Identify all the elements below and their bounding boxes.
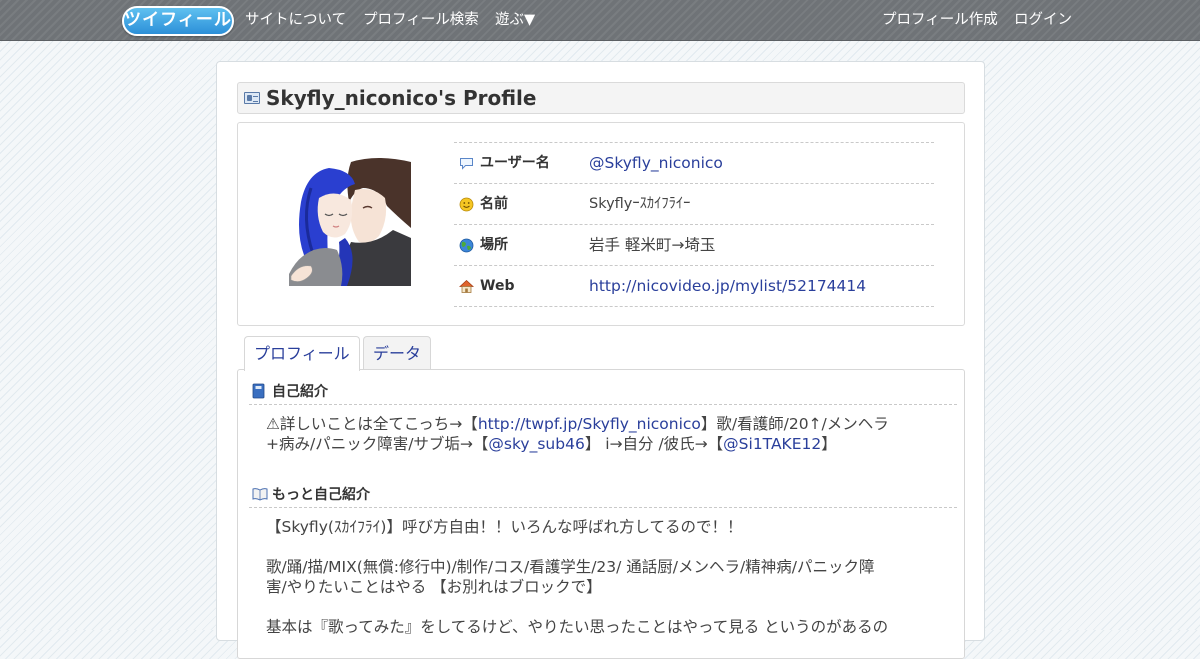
site-logo[interactable]: ツイフィール — [122, 6, 234, 36]
profile-info-box: ユーザー名 @Skyfly_niconico 名前 Skyflyｰｽｶｲﾌﾗｲｰ… — [237, 122, 965, 326]
nav-about-link[interactable]: サイトについて — [245, 0, 346, 40]
nav-play-menu[interactable]: 遊ぶ▼ — [495, 0, 535, 40]
smiley-icon — [459, 197, 474, 212]
globe-icon — [459, 238, 474, 253]
profile-container: Skyfly_niconico's Profile ユーザー名 @Skyfly_… — [216, 61, 985, 659]
top-navbar: ツイフィール サイトについて プロフィール検索 遊ぶ▼ プロフィール作成 ログイ… — [0, 0, 1200, 41]
more-intro-paragraph: 基本は『歌ってみた』をしてるけど、やりたい思ったことはやって見る というのがある… — [266, 618, 889, 636]
section-header-more: もっと自己紹介 — [249, 481, 957, 508]
info-row-username: ユーザー名 @Skyfly_niconico — [454, 143, 934, 184]
section-title-intro: 自己紹介 — [272, 384, 328, 400]
nav-profile-search-link[interactable]: プロフィール検索 — [363, 0, 479, 40]
nav-login-link[interactable]: ログイン — [1014, 0, 1072, 40]
info-label-location: 場所 — [480, 237, 508, 253]
tab-profile[interactable]: プロフィール — [244, 336, 360, 371]
tab-data[interactable]: データ — [363, 336, 432, 370]
info-label-name: 名前 — [480, 196, 508, 212]
tab-content-profile: 自己紹介 ⚠詳しいことは全てこっち→【http://twpf.jp/Skyfly… — [237, 369, 965, 659]
notebook-icon — [252, 383, 265, 399]
twpf-link[interactable]: http://twpf.jp/Skyfly_niconico — [478, 415, 701, 433]
section-header-intro: 自己紹介 — [249, 378, 957, 405]
open-book-icon — [252, 488, 268, 501]
more-intro-text: 【Skyfly(ｽｶｲﾌﾗｲ)】呼び方自由！！いろんな呼ばれ方してるので！！ 歌… — [266, 517, 936, 657]
sub-account-link[interactable]: @sky_sub46 — [488, 435, 584, 453]
section-title-more: もっと自己紹介 — [272, 487, 370, 503]
info-label-web: Web — [480, 278, 515, 294]
nav-create-profile-link[interactable]: プロフィール作成 — [882, 0, 998, 40]
info-row-location: 場所 岩手 軽米町→埼玉 — [454, 225, 934, 266]
house-icon — [459, 279, 474, 293]
page-title: Skyfly_niconico's Profile — [266, 86, 537, 110]
boyfriend-account-link[interactable]: @Si1TAKE12 — [723, 435, 821, 453]
speech-bubble-icon — [460, 158, 473, 170]
intro-text: ⚠詳しいことは全てこっち→【http://twpf.jp/Skyfly_nico… — [266, 415, 889, 453]
id-card-icon — [244, 92, 260, 104]
avatar[interactable] — [289, 158, 411, 286]
more-intro-paragraph: 【Skyfly(ｽｶｲﾌﾗｲ)】呼び方自由！！いろんな呼ばれ方してるので！！ — [266, 518, 743, 536]
more-intro-paragraph: 歌/踊/描/MIX(無償:修行中)/制作/コス/看護学生/23/ 通話厨/メンヘ… — [266, 558, 875, 596]
web-url-link[interactable]: http://nicovideo.jp/mylist/52174414 — [589, 266, 866, 306]
location-value: 岩手 軽米町→埼玉 — [589, 236, 716, 254]
info-label-username: ユーザー名 — [480, 155, 550, 171]
username-link[interactable]: @Skyfly_niconico — [589, 143, 723, 183]
info-row-web: Web http://nicovideo.jp/mylist/52174414 — [454, 266, 934, 307]
info-row-name: 名前 Skyflyｰｽｶｲﾌﾗｲｰ — [454, 184, 934, 225]
display-name-value: Skyflyｰｽｶｲﾌﾗｲｰ — [589, 196, 691, 212]
profile-info-table: ユーザー名 @Skyfly_niconico 名前 Skyflyｰｽｶｲﾌﾗｲｰ… — [454, 142, 934, 307]
profile-title-bar: Skyfly_niconico's Profile — [237, 82, 965, 114]
